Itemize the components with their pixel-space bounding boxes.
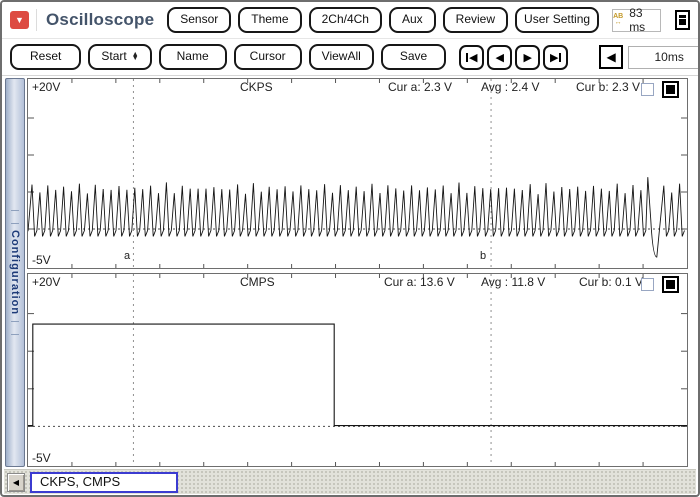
red-dropdown-icon[interactable]: ▼ — [10, 11, 29, 29]
cmps-panel: +20V CMPS Cur a: 13.6 V Avg : 11.8 V Cur… — [27, 273, 688, 467]
ckps-cursor-b-readout: Cur b: 2.3 V — [576, 80, 640, 94]
ckps-vmax-label: +20V — [32, 80, 60, 94]
playback-group: ◀ ◀ ▶ ▶ — [459, 45, 568, 70]
tab-decoration — [11, 210, 19, 224]
ckps-cursor-a-readout: Cur a: 2.3 V — [388, 80, 452, 94]
name-button[interactable]: Name — [159, 44, 227, 69]
cmps-title: CMPS — [240, 275, 275, 289]
ckps-waveform-plot[interactable] — [28, 79, 687, 268]
cmps-cursor-a-readout: Cur a: 13.6 V — [384, 275, 455, 289]
reset-button[interactable]: Reset — [10, 44, 81, 69]
aux-button[interactable]: Aux — [389, 7, 436, 32]
control-toolbar: Reset Start ▲ ▼ Name Cursor ViewAll Save… — [2, 39, 698, 76]
cmps-waveform-plot[interactable] — [28, 274, 687, 466]
ckps-vmin-label: -5V — [32, 253, 51, 267]
cursor-b-label[interactable]: b — [480, 250, 486, 262]
start-spinner-icon[interactable]: ▲ ▼ — [132, 53, 139, 61]
cursor-button[interactable]: Cursor — [234, 44, 302, 69]
timebase-group: ◀ 10ms ▶ — [599, 45, 700, 69]
cmps-secondary-checkbox[interactable] — [641, 278, 654, 291]
ckps-avg-readout: Avg : 2.4 V — [481, 80, 539, 94]
configuration-tab[interactable]: Configuration — [5, 78, 25, 467]
status-scroll-left-button[interactable]: ◀ — [7, 473, 25, 492]
start-button[interactable]: Start ▲ ▼ — [88, 44, 151, 69]
save-button[interactable]: Save — [381, 44, 446, 69]
step-forward-button[interactable]: ▶ — [515, 45, 540, 70]
ckps-enabled-checkbox[interactable] — [662, 81, 679, 98]
main-area: Configuration +20V CKPS Cur a: 2.3 V Avg… — [2, 76, 698, 468]
configuration-tab-label: Configuration — [9, 230, 21, 315]
oscilloscope-window: ▼ Oscilloscope Sensor Theme 2Ch/4Ch Aux … — [0, 0, 700, 497]
user-setting-button[interactable]: User Setting — [515, 7, 599, 32]
bar-glyph — [466, 53, 468, 62]
ckps-title: CKPS — [240, 80, 273, 94]
skip-to-end-button[interactable]: ▶ — [543, 45, 568, 70]
skip-to-start-button[interactable]: ◀ — [459, 45, 484, 70]
tab-decoration — [11, 321, 19, 335]
start-button-label: Start — [101, 50, 126, 63]
cmps-vmin-label: -5V — [32, 451, 51, 465]
ckps-panel: +20V CKPS Cur a: 2.3 V Avg : 2.4 V Cur b… — [27, 78, 688, 269]
sensor-button[interactable]: Sensor — [167, 7, 231, 32]
step-back-button[interactable]: ◀ — [487, 45, 512, 70]
ckps-secondary-checkbox[interactable] — [641, 83, 654, 96]
active-channels-box[interactable]: CKPS, CMPS — [30, 472, 178, 493]
theme-button[interactable]: Theme — [238, 7, 301, 32]
channel-mode-button[interactable]: 2Ch/4Ch — [309, 7, 382, 32]
ab-delta-icon: AB↔ — [613, 14, 623, 26]
display-list-icon[interactable] — [675, 10, 690, 30]
cmps-cursor-b-readout: Cur b: 0.1 V — [579, 275, 643, 289]
app-title: Oscilloscope — [46, 10, 154, 30]
cmps-vmax-label: +20V — [32, 275, 60, 289]
cmps-enabled-checkbox[interactable] — [662, 276, 679, 293]
viewall-button[interactable]: ViewAll — [309, 44, 374, 69]
top-toolbar: ▼ Oscilloscope Sensor Theme 2Ch/4Ch Aux … — [2, 2, 698, 39]
timebase-decrease-button[interactable]: ◀ — [599, 45, 623, 69]
toolbar-divider — [36, 9, 37, 31]
cursor-delta-time-display: AB↔ 83 ms — [612, 9, 661, 32]
delta-time-value: 83 ms — [629, 6, 660, 34]
status-bar: ◀ CKPS, CMPS — [4, 469, 696, 494]
cursor-a-label[interactable]: a — [124, 250, 130, 262]
review-button[interactable]: Review — [443, 7, 508, 32]
timebase-value: 10ms — [628, 46, 700, 69]
cmps-avg-readout: Avg : 11.8 V — [481, 275, 545, 289]
bar-glyph — [559, 53, 561, 62]
